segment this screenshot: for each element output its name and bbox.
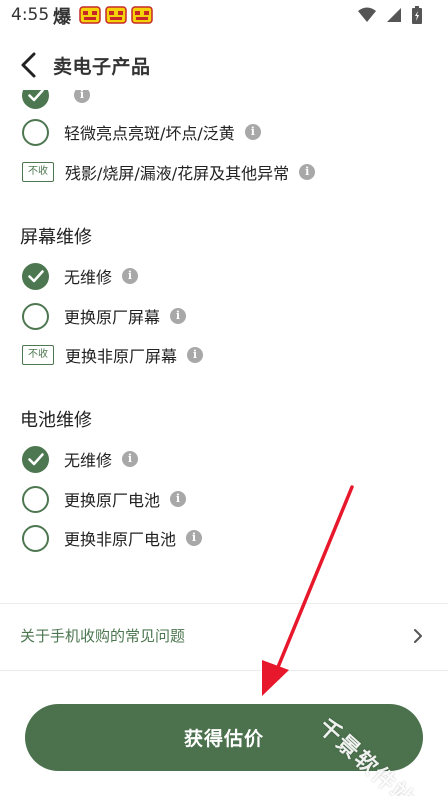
- option-label: 无维修: [64, 451, 113, 470]
- info-icon[interactable]: i: [186, 530, 203, 546]
- radio-unchecked[interactable]: [22, 524, 49, 552]
- notification-badge-icon: [131, 6, 153, 24]
- option-label: 轻微亮点亮斑/坏点/泛黄: [64, 124, 235, 143]
- option-battery-0[interactable]: 无维修 i: [22, 444, 139, 474]
- info-icon[interactable]: i: [187, 347, 204, 363]
- back-arrow-icon[interactable]: [14, 50, 44, 80]
- status-time: 4:55: [11, 5, 50, 25]
- radio-checked[interactable]: [22, 90, 49, 109]
- info-icon[interactable]: i: [122, 451, 139, 467]
- section-title-battery-repair: 电池维修: [20, 410, 92, 431]
- chevron-right-icon: [414, 629, 422, 643]
- divider: [0, 670, 448, 671]
- info-icon[interactable]: i: [299, 164, 316, 180]
- notification-badge-icon: [105, 6, 127, 24]
- option-label: 残影/烧屏/漏液/花屏及其他异常: [65, 164, 290, 183]
- no-buy-tag: 不收: [22, 162, 54, 182]
- option-label: 更换原厂电池: [64, 491, 161, 510]
- radio-checked[interactable]: [22, 262, 49, 290]
- option-label: 更换非原厂电池: [64, 530, 177, 549]
- option-battery-2[interactable]: 更换非原厂电池 i: [22, 523, 203, 553]
- signal-icon: [387, 8, 401, 22]
- battery-icon: [412, 6, 422, 24]
- info-icon[interactable]: i: [244, 124, 261, 140]
- option-battery-1[interactable]: 更换原厂电池 i: [22, 484, 187, 514]
- option-label: 更换非原厂屏幕: [65, 347, 178, 366]
- option-display-2[interactable]: 不收 残影/烧屏/漏液/花屏及其他异常 i: [22, 157, 316, 187]
- app-header: 卖电子产品: [0, 40, 448, 90]
- option-screen-1[interactable]: 更换原厂屏幕 i: [22, 301, 187, 331]
- check-icon: [28, 269, 44, 282]
- option-screen-2[interactable]: 不收 更换非原厂屏幕 i: [22, 340, 204, 370]
- option-screen-0[interactable]: 无维修 i: [22, 261, 139, 291]
- option-display-0[interactable]: i: [22, 90, 90, 110]
- info-icon[interactable]: i: [122, 268, 139, 284]
- check-icon: [28, 452, 44, 465]
- check-icon: [28, 90, 44, 101]
- info-icon[interactable]: i: [74, 90, 90, 103]
- faq-label: 关于手机收购的常见问题: [20, 627, 186, 645]
- radio-unchecked[interactable]: [22, 118, 49, 146]
- option-label: 无维修: [64, 268, 113, 287]
- radio-unchecked[interactable]: [22, 302, 49, 330]
- status-right-icons: [358, 6, 422, 24]
- option-display-1[interactable]: 轻微亮点亮斑/坏点/泛黄 i: [22, 117, 261, 147]
- option-label: 更换原厂屏幕: [64, 308, 161, 327]
- info-icon[interactable]: i: [170, 308, 187, 324]
- faq-link-row[interactable]: 关于手机收购的常见问题: [0, 612, 448, 660]
- info-icon[interactable]: i: [170, 491, 187, 507]
- radio-unchecked[interactable]: [22, 485, 49, 513]
- status-burst-char: 爆: [53, 7, 71, 28]
- page-title: 卖电子产品: [53, 56, 151, 78]
- wifi-icon: [358, 7, 376, 22]
- radio-checked[interactable]: [22, 445, 49, 473]
- section-title-screen-repair: 屏幕维修: [20, 227, 92, 248]
- no-buy-tag: 不收: [22, 345, 54, 365]
- status-bar: 4:55 爆: [0, 0, 448, 32]
- options-scroll-area[interactable]: i 轻微亮点亮斑/坏点/泛黄 i 不收 残影/烧屏/漏液/花屏及其他异常 i 屏…: [0, 90, 448, 590]
- divider: [0, 603, 448, 604]
- notification-badge-icon: [79, 6, 101, 24]
